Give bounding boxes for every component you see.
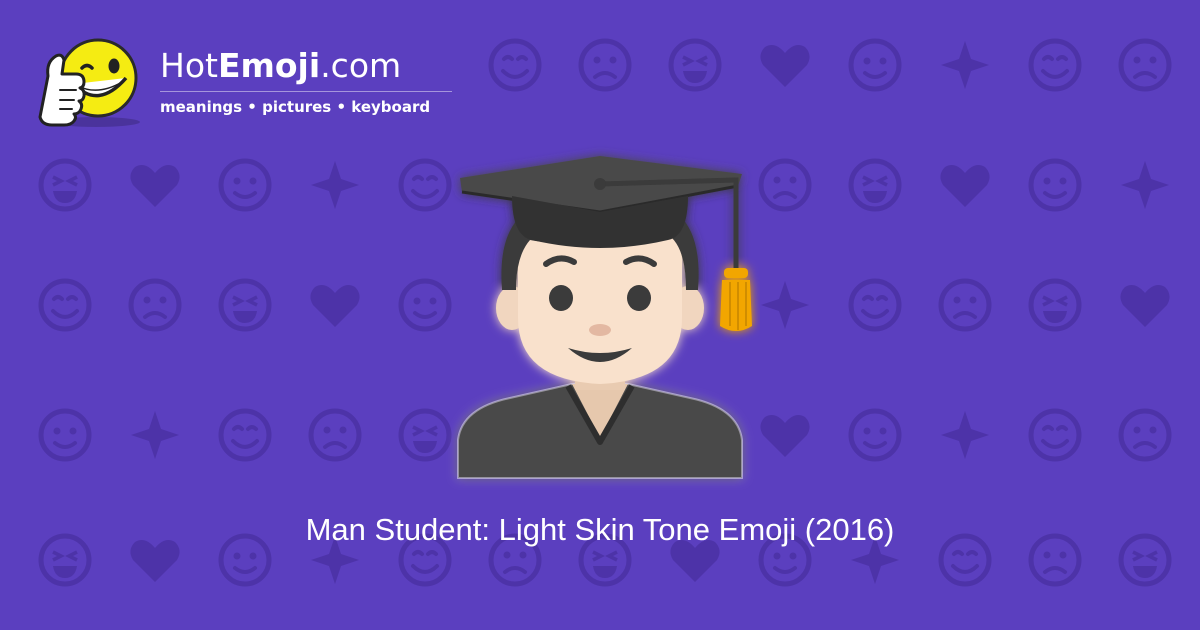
sleeping-face-icon [848, 158, 902, 212]
brand-name-prefix: Hot [160, 46, 218, 85]
heart-with-arrow-icon [938, 278, 992, 332]
smiling-face-icon [760, 45, 810, 87]
rose-icon [1118, 408, 1172, 462]
brand-name-bold: Emoji [217, 46, 321, 85]
winking-thumbs-up-smiley-icon [38, 38, 140, 127]
brand-tagline: meanings • pictures • keyboard [160, 98, 431, 116]
confused-face-icon [310, 285, 360, 327]
relaxed-face-icon [488, 38, 542, 92]
scared-face-icon [218, 408, 272, 462]
brand-name: HotEmoji.com [160, 46, 401, 86]
left-arrow-icon [760, 415, 810, 457]
revolving-hearts-icon [1120, 285, 1170, 327]
winking-tongue-face-icon [761, 281, 809, 329]
squinting-tongue-face-icon [1028, 408, 1082, 462]
smiling-imp-icon [308, 408, 362, 462]
persevering-face-icon [848, 38, 902, 92]
og-image-canvas: HotEmoji.com meanings • pictures • keybo… [0, 0, 1200, 630]
striped-heart-icon [128, 278, 182, 332]
heart-icon [38, 408, 92, 462]
winking-kiss-face-icon [578, 38, 632, 92]
smirking-face-icon [38, 158, 92, 212]
fire-icon [848, 408, 902, 462]
man-student-light-skin-tone-icon [457, 156, 752, 479]
two-hearts-icon [668, 38, 722, 92]
party-popper-icon [941, 411, 989, 459]
worried-face-icon [848, 278, 902, 332]
grinning-face-icon [1028, 158, 1082, 212]
broken-heart-icon [218, 278, 272, 332]
eyes-icon [1118, 38, 1172, 92]
recycle-icon [311, 161, 359, 209]
relieved-face-icon [130, 165, 180, 207]
grinning-face-icon [38, 278, 92, 332]
musical-notes-icon [758, 158, 812, 212]
emoji-title: Man Student: Light Skin Tone Emoji (2016… [305, 512, 895, 547]
ok-hand-icon [941, 41, 989, 89]
expressionless-face-icon [1028, 38, 1082, 92]
see-no-evil-monkey-icon [131, 411, 179, 459]
frowning-face-icon [940, 165, 990, 207]
weary-face-icon [1028, 278, 1082, 332]
brand-name-suffix: .com [320, 46, 402, 85]
sparkles-icon [1121, 161, 1169, 209]
brand-logo[interactable]: HotEmoji.com meanings • pictures • keybo… [38, 36, 468, 128]
grimacing-face-icon [218, 158, 272, 212]
brand-divider [160, 91, 452, 92]
